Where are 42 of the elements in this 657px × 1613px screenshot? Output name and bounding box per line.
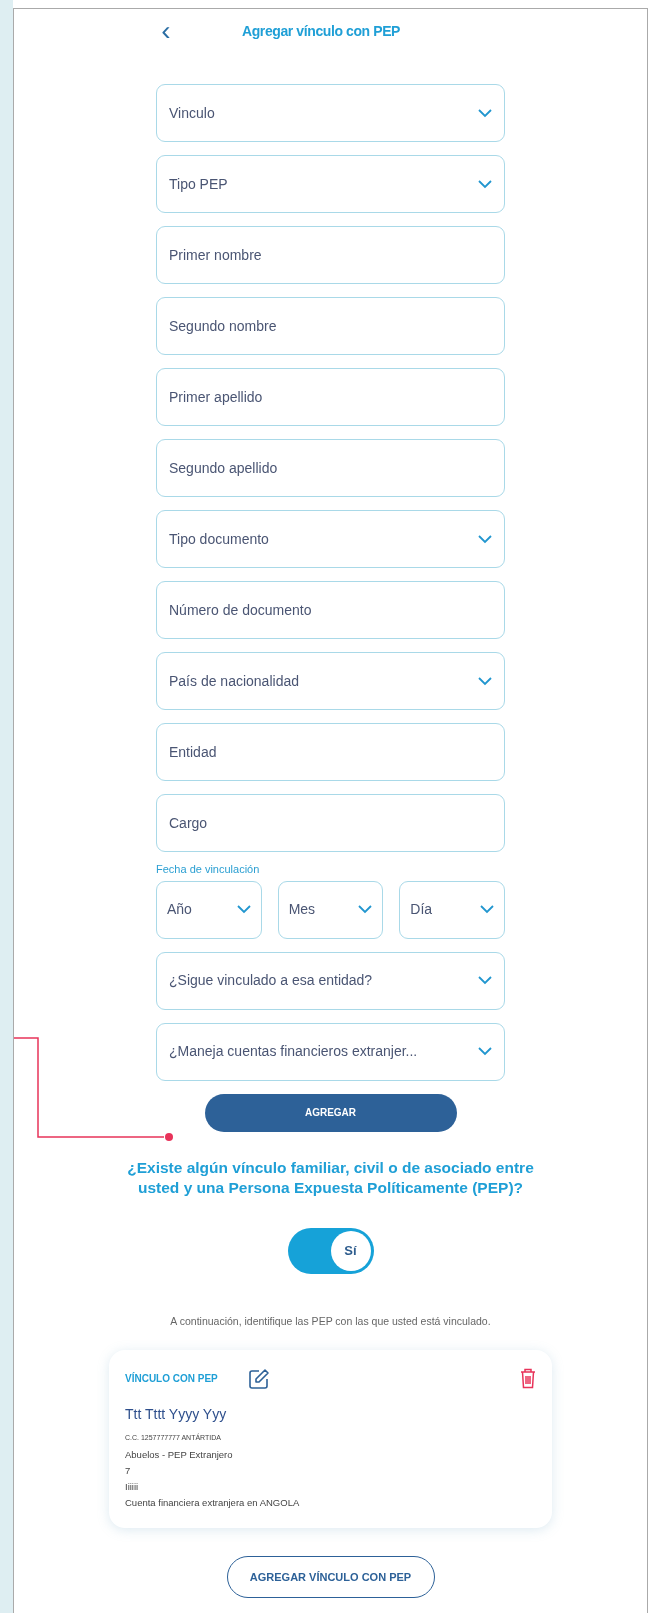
input-field[interactable]: Segundo apellido xyxy=(156,439,505,497)
input-field[interactable]: Entidad xyxy=(156,723,505,781)
input-field[interactable]: Número de documento xyxy=(156,581,505,639)
back-button[interactable]: ‹ xyxy=(156,17,176,45)
chevron-down-icon xyxy=(478,108,492,118)
dropdown-field[interactable]: ¿Maneja cuentas financieros extranjer... xyxy=(156,1022,505,1081)
input-field[interactable]: Segundo nombre xyxy=(156,297,505,355)
toggle-switch[interactable]: Sí xyxy=(287,1227,374,1274)
person-name: Ttt Tttt Yyyy Yyy xyxy=(125,1404,228,1424)
question-text: ¿Existe algún vínculo familiar, civil o de asociado entre usted y una Persona Expuesta Políticamente (PEP)? xyxy=(126,1157,535,1198)
trash-icon[interactable] xyxy=(520,1368,536,1390)
input-field[interactable]: Primer apellido xyxy=(156,368,505,426)
chevron-down-icon xyxy=(480,905,494,914)
page-title: Agregar vínculo con PEP xyxy=(242,21,401,41)
detail-text: Iiiiii xyxy=(125,1480,140,1495)
dropdown-field[interactable]: Tipo PEP xyxy=(156,155,505,213)
input-field[interactable]: Cargo xyxy=(156,794,505,852)
chevron-down-icon xyxy=(358,905,373,914)
dropdown-field[interactable]: Vinculo xyxy=(156,84,505,142)
chevron-down-icon xyxy=(236,905,251,914)
dropdown-field[interactable]: ¿Sigue vinculado a esa entidad? xyxy=(156,951,505,1010)
chevron-down-icon xyxy=(478,534,492,544)
edit-icon[interactable] xyxy=(247,1367,270,1390)
detail-text: Abuelos - PEP Extranjero xyxy=(125,1448,234,1463)
field-label: Fecha de vinculación xyxy=(156,862,261,877)
chevron-down-icon xyxy=(478,676,492,686)
dropdown-field[interactable]: Día xyxy=(399,880,505,939)
dropdown-field[interactable]: Mes xyxy=(277,880,384,939)
chevron-down-icon xyxy=(478,976,492,985)
info-text: A continuación, identifique las PEP con las que usted está vinculado. xyxy=(169,1313,492,1329)
add-pep-button[interactable]: AGREGAR VÍNCULO CON PEP xyxy=(226,1556,435,1599)
card-title: VÍNCULO CON PEP xyxy=(125,1371,218,1387)
add-button[interactable]: AGREGAR xyxy=(204,1093,457,1132)
dropdown-field[interactable]: Año xyxy=(156,880,262,939)
dropdown-field[interactable]: Tipo documento xyxy=(156,510,505,568)
toggle-label: Sí xyxy=(330,1230,371,1271)
dropdown-field[interactable]: País de nacionalidad xyxy=(156,652,505,710)
chevron-down-icon xyxy=(478,1047,492,1056)
detail-text: Cuenta financiera extranjera en ANGOLA xyxy=(125,1496,301,1511)
detail-text: 7 xyxy=(125,1464,132,1479)
input-field[interactable]: Primer nombre xyxy=(156,226,505,284)
chevron-down-icon xyxy=(478,179,492,189)
